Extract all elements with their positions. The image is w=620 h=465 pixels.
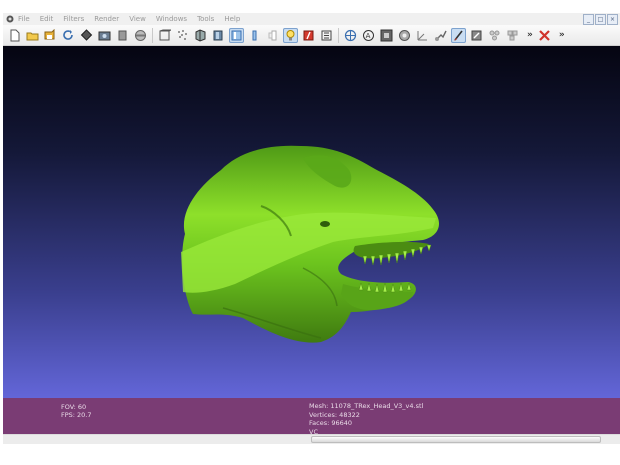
selection-icon[interactable] (283, 27, 298, 43)
smooth-shading-icon[interactable] (211, 28, 226, 43)
faces-label: Faces: 96640 (309, 419, 353, 427)
delete-icon[interactable] (537, 28, 552, 43)
restore-button[interactable]: □ (595, 14, 606, 25)
close-button[interactable]: × (607, 14, 618, 25)
app-logo-icon (5, 15, 14, 24)
menu-render[interactable]: Render (94, 15, 119, 23)
edit-tool-icon[interactable] (379, 28, 394, 43)
color-icon[interactable] (265, 28, 280, 43)
export-icon[interactable] (97, 28, 112, 43)
toolbar-separator (152, 27, 153, 43)
menu-file[interactable]: File (18, 15, 30, 23)
fov-label: FOV: 60 (61, 403, 87, 411)
render-stats: FOV: 60 FPS: 20.7 (61, 403, 92, 419)
horizontal-scrollbar[interactable] (3, 434, 620, 444)
bounding-box-icon[interactable] (133, 28, 148, 43)
brush-icon[interactable] (469, 28, 484, 43)
info-overlay: FOV: 60 FPS: 20.7 Mesh: 11078_TRex_Head_… (3, 398, 620, 436)
rotate-icon[interactable]: A (361, 28, 376, 43)
toolbar-overflow-2[interactable]: » (559, 30, 565, 40)
vertices-label: Vertices: 48322 (309, 410, 360, 419)
new-icon[interactable] (7, 28, 22, 43)
flat-shading-icon[interactable] (193, 28, 208, 43)
mesh-stats: Mesh: 11078_TRex_Head_V3_v4.stl Vertices… (309, 402, 423, 436)
light-icon[interactable] (247, 28, 262, 43)
menu-bar: File Edit Filters Render View Windows To… (3, 13, 620, 25)
measure-icon[interactable] (319, 28, 334, 43)
snapshot-icon[interactable] (79, 28, 94, 43)
reload-icon[interactable] (61, 28, 76, 43)
menu-help[interactable]: Help (224, 15, 240, 23)
texture-paint-icon[interactable] (487, 28, 502, 43)
window-controls: _ □ × (583, 14, 618, 25)
select-vertices-icon[interactable] (451, 27, 466, 43)
svg-text:A: A (366, 32, 371, 40)
wireframe-icon[interactable] (157, 28, 172, 43)
main-toolbar: A » » (3, 25, 620, 46)
trex-eye (320, 221, 330, 227)
minimize-button[interactable]: _ (583, 14, 594, 25)
toolbar-separator (338, 27, 339, 43)
scrollbar-thumb[interactable] (311, 436, 601, 443)
menu-edit[interactable]: Edit (40, 15, 54, 23)
menu-view[interactable]: View (129, 15, 146, 23)
3d-viewport[interactable] (3, 46, 620, 398)
meshlab-window: File Edit Filters Render View Windows To… (3, 13, 620, 444)
open-icon[interactable] (25, 28, 40, 43)
raster-icon[interactable] (415, 28, 430, 43)
fps-label: FPS: 20.7 (61, 411, 92, 419)
align-icon[interactable] (301, 28, 316, 43)
points-icon[interactable] (175, 28, 190, 43)
point-picker-icon[interactable] (505, 28, 520, 43)
menu-windows[interactable]: Windows (156, 15, 187, 23)
menu-filters[interactable]: Filters (63, 15, 84, 23)
mesh-name-label: Mesh: 11078_TRex_Head_V3_v4.stl (309, 402, 424, 410)
save-icon[interactable] (43, 28, 58, 43)
layers-icon[interactable] (115, 28, 130, 43)
paint-icon[interactable] (343, 28, 358, 43)
select-faces-icon[interactable] (433, 28, 448, 43)
pen-icon[interactable] (397, 28, 412, 43)
texture-icon[interactable] (229, 27, 244, 43)
toolbar-overflow-1[interactable]: » (527, 30, 533, 40)
trex-head-mesh (181, 145, 440, 343)
menu-tools[interactable]: Tools (197, 15, 214, 23)
